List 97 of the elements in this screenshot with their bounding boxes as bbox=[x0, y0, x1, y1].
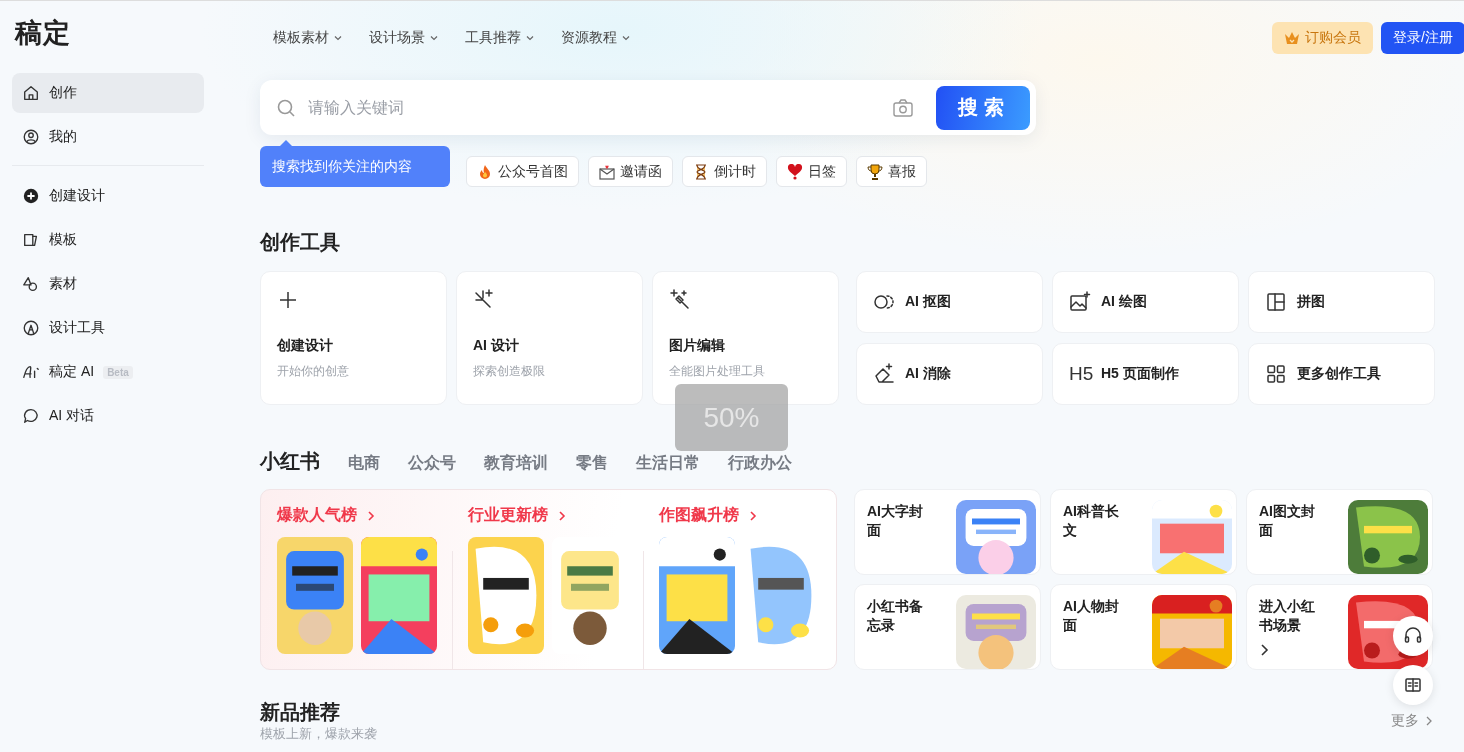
scene-tab[interactable]: 小红书 bbox=[260, 448, 320, 475]
search-tag[interactable]: 邀请函 bbox=[588, 156, 673, 187]
search-tag[interactable]: 公众号首图 bbox=[466, 156, 579, 187]
scene-tab[interactable]: 零售 bbox=[576, 453, 608, 474]
section-subtitle: 模板上新，爆款来袭 bbox=[260, 726, 377, 742]
h5-icon: H5 bbox=[1069, 363, 1091, 385]
card-title: AI图文封面 bbox=[1259, 502, 1316, 540]
envelope-icon bbox=[599, 163, 615, 180]
tool-card[interactable]: 拼图 bbox=[1248, 271, 1435, 333]
eraser-icon bbox=[873, 363, 895, 385]
user-icon bbox=[22, 128, 40, 146]
logo: 稿定 bbox=[13, 17, 72, 50]
sidebar-item[interactable]: 创建设计 bbox=[12, 176, 204, 216]
card-title: AI科普长文 bbox=[1063, 502, 1120, 540]
ranking-link[interactable]: 作图飙升榜 bbox=[659, 505, 819, 526]
chat-icon bbox=[22, 407, 40, 425]
search-tag[interactable]: 喜报 bbox=[856, 156, 927, 187]
search-field[interactable]: 请输入关键词 搜索 bbox=[260, 80, 1036, 135]
nav-menu[interactable]: 工具推荐 bbox=[465, 29, 535, 47]
section-title: 创作工具 bbox=[260, 230, 341, 254]
card-title: AI大字封面 bbox=[867, 502, 924, 540]
chevron-right-icon bbox=[748, 509, 758, 522]
search-tag[interactable]: 日签 bbox=[776, 156, 847, 187]
scene-card[interactable]: 进入小红书场景 bbox=[1246, 584, 1433, 670]
chevron-down-icon bbox=[333, 33, 343, 43]
tool-card[interactable]: AI 消除 bbox=[856, 343, 1043, 405]
login-button[interactable]: 登录/注册 bbox=[1381, 22, 1464, 54]
headset-icon bbox=[1403, 626, 1423, 646]
ranking-link[interactable]: 爆款人气榜 bbox=[277, 505, 437, 526]
chevron-down-icon bbox=[429, 33, 439, 43]
section-title: 新品推荐 bbox=[260, 700, 341, 724]
card-subtitle: 探索创造极限 bbox=[473, 363, 546, 380]
tool-card[interactable]: AI 设计 探索创造极限 bbox=[456, 271, 643, 405]
plus-circle-icon bbox=[22, 187, 40, 205]
chevron-down-icon bbox=[621, 33, 631, 43]
more-link[interactable]: 更多 bbox=[1391, 712, 1433, 730]
hourglass-icon bbox=[693, 163, 709, 180]
ranking-link[interactable]: 行业更新榜 bbox=[468, 505, 628, 526]
scene-tab[interactable]: 生活日常 bbox=[636, 453, 700, 474]
tool-card[interactable]: 图片编辑 全能图片处理工具 bbox=[652, 271, 839, 405]
card-title: AI 设计 bbox=[473, 337, 520, 355]
tool-card[interactable]: 创建设计 开始你的创意 bbox=[260, 271, 447, 405]
nav-menu[interactable]: 资源教程 bbox=[561, 29, 631, 47]
scene-tab[interactable]: 行政办公 bbox=[728, 453, 792, 474]
chevron-right-icon bbox=[557, 509, 567, 522]
image-icon bbox=[1069, 291, 1091, 313]
tooltip: 搜索找到你关注的内容 bbox=[260, 140, 450, 187]
card-title: 小红书备忘录 bbox=[867, 597, 924, 635]
chevron-right-icon bbox=[366, 509, 376, 522]
ai-icon bbox=[22, 363, 40, 381]
shapes-icon bbox=[22, 275, 40, 293]
nav-menu[interactable]: 模板素材 bbox=[273, 29, 343, 47]
heart-pin-icon bbox=[787, 163, 803, 180]
grid-icon bbox=[1265, 363, 1287, 385]
guide-button[interactable] bbox=[1393, 665, 1433, 705]
scene-tab[interactable]: 教育培训 bbox=[484, 453, 548, 474]
home-icon bbox=[22, 84, 40, 102]
card-subtitle: 开始你的创意 bbox=[277, 363, 350, 380]
sparkle-icon bbox=[473, 289, 495, 311]
nav-menu[interactable]: 设计场景 bbox=[369, 29, 439, 47]
plus-icon bbox=[277, 289, 299, 311]
sidebar-item[interactable]: 创作 bbox=[12, 73, 204, 113]
scene-card[interactable]: 小红书备忘录 bbox=[854, 584, 1041, 670]
chevron-down-icon bbox=[525, 33, 535, 43]
sidebar-item[interactable]: 模板 bbox=[12, 220, 204, 260]
card-title: 进入小红书场景 bbox=[1259, 597, 1316, 635]
search-button[interactable]: 搜索 bbox=[936, 85, 1030, 130]
scene-tab[interactable]: 电商 bbox=[348, 453, 380, 474]
tool-card[interactable]: 更多创作工具 bbox=[1248, 343, 1435, 405]
scene-card[interactable]: AI人物封面 bbox=[1050, 584, 1237, 670]
sidebar-item[interactable]: 素材 bbox=[12, 264, 204, 304]
template-icon bbox=[22, 231, 40, 249]
camera-icon bbox=[892, 97, 914, 118]
card-title: AI人物封面 bbox=[1063, 597, 1120, 635]
scene-card[interactable]: AI科普长文 bbox=[1050, 489, 1237, 575]
card-title: 图片编辑 bbox=[669, 337, 726, 355]
card-subtitle: 全能图片处理工具 bbox=[669, 363, 766, 380]
card-title: 创建设计 bbox=[277, 337, 334, 355]
sidebar-item[interactable]: 我的 bbox=[12, 117, 204, 157]
scene-card[interactable]: AI大字封面 bbox=[854, 489, 1041, 575]
crown-icon bbox=[1284, 31, 1301, 45]
scene-tab[interactable]: 公众号 bbox=[408, 453, 456, 474]
tool-card[interactable]: H5 H5 页面制作 bbox=[1052, 343, 1239, 405]
book-icon bbox=[1403, 675, 1423, 695]
scene-card[interactable]: AI图文封面 bbox=[1246, 489, 1433, 575]
fire-icon bbox=[477, 163, 493, 180]
tool-card[interactable]: AI 抠图 bbox=[856, 271, 1043, 333]
sidebar-item[interactable]: 设计工具 bbox=[12, 308, 204, 348]
trophy-icon bbox=[867, 163, 883, 180]
pen-circle-icon bbox=[22, 319, 40, 337]
sidebar-item[interactable]: AI 对话 bbox=[12, 396, 204, 436]
magic-wand-icon bbox=[669, 289, 691, 311]
chevron-right-icon bbox=[1425, 715, 1433, 727]
search-tag[interactable]: 倒计时 bbox=[682, 156, 767, 187]
layout-icon bbox=[1265, 291, 1287, 313]
search-icon bbox=[276, 97, 296, 118]
tool-card[interactable]: AI 绘图 bbox=[1052, 271, 1239, 333]
